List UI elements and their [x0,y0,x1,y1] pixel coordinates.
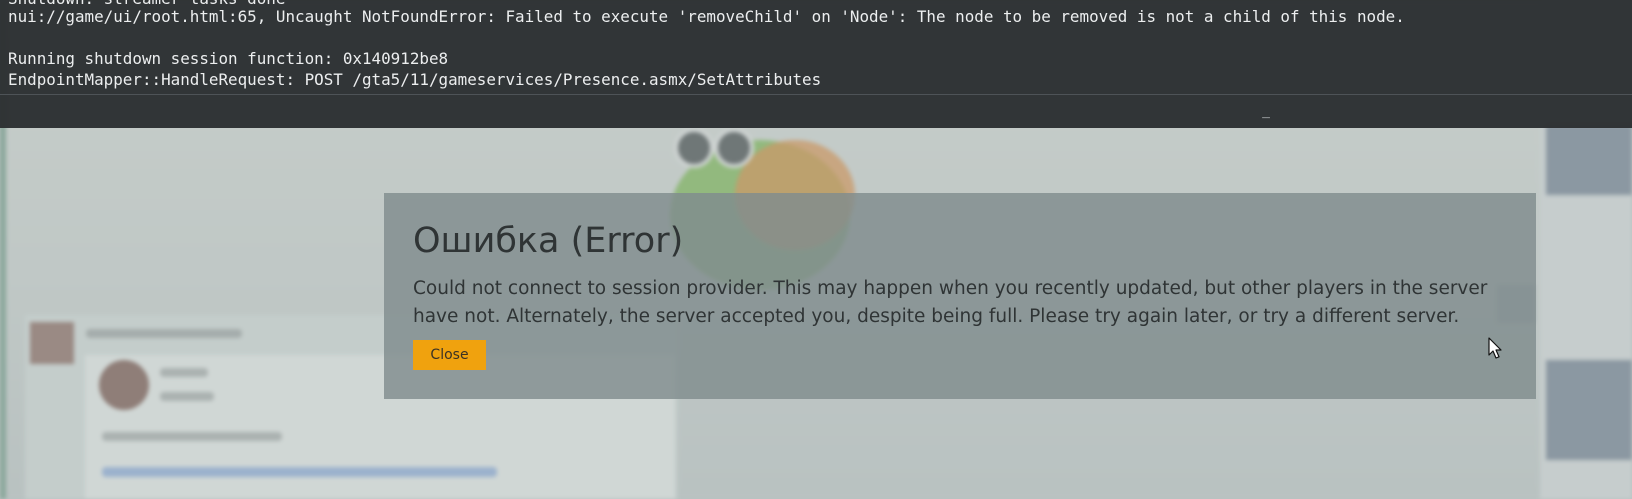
background-avatar [30,322,74,364]
error-dialog-title: Ошибка (Error) [413,221,684,261]
console-log-line: nui://game/ui/root.html:65, Uncaught Not… [8,7,1405,26]
background-text [102,432,282,441]
console-overlay: Shutdown: streamer tasks done nui://game… [0,0,1632,128]
background-link [102,467,497,477]
console-log-line: Running shutdown session function: 0x140… [8,49,449,68]
background-frog-eye [714,128,754,168]
console-minimize-button[interactable]: _ [1258,105,1274,119]
background-thumbnail [1546,125,1632,195]
arrow-cursor-icon [1488,337,1502,359]
background-text [160,368,208,377]
close-button[interactable]: Close [413,340,486,370]
background-thumbnail [1546,360,1632,460]
background-text [86,329,242,338]
console-divider [0,94,1632,95]
background-frog-eye [674,128,714,168]
error-dialog: Ошибка (Error) Could not connect to sess… [384,193,1536,399]
game-screen: Shutdown: streamer tasks done nui://game… [0,0,1632,499]
console-log-line: EndpointMapper::HandleRequest: POST /gta… [8,70,822,89]
background-avatar [99,360,149,410]
background-text [160,392,214,401]
error-dialog-message: Could not connect to session provider. T… [413,278,1488,327]
